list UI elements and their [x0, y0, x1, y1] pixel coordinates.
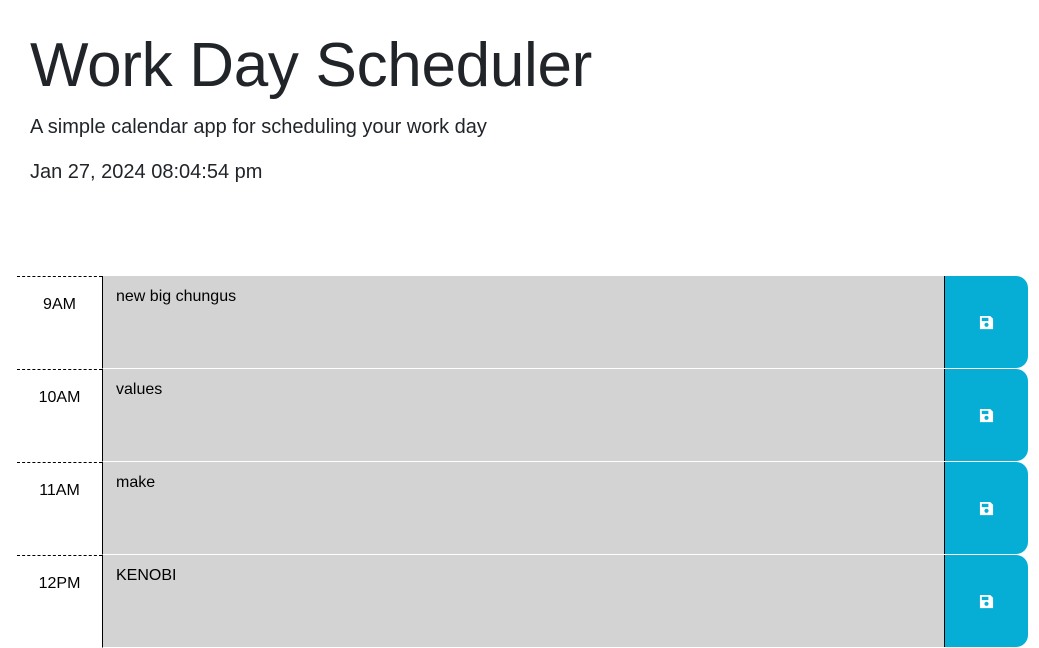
page-subtitle: A simple calendar app for scheduling you…	[30, 116, 487, 138]
floppy-disk-icon	[979, 594, 994, 609]
floppy-disk-icon	[979, 408, 994, 423]
current-day: Jan 27, 2024 08:04:54 pm	[30, 161, 263, 183]
page-title: Work Day Scheduler	[30, 31, 593, 100]
save-button[interactable]	[944, 555, 1028, 647]
time-block-9am: 9AM new big chungus	[17, 276, 1028, 369]
header: Work Day Scheduler A simple calendar app…	[0, 0, 1039, 230]
hour-label: 11AM	[17, 462, 102, 554]
hour-label: 12PM	[17, 555, 102, 647]
floppy-disk-icon	[979, 315, 994, 330]
save-button[interactable]	[944, 462, 1028, 554]
save-button[interactable]	[944, 276, 1028, 368]
event-description-input[interactable]: make	[102, 462, 944, 555]
save-button[interactable]	[944, 369, 1028, 461]
hour-label: 9AM	[17, 276, 102, 368]
event-description-input[interactable]: KENOBI	[102, 555, 944, 648]
floppy-disk-icon	[979, 501, 994, 516]
schedule: 9AM new big chungus 10AM values 11AM mak…	[17, 276, 1028, 648]
time-block-12pm: 12PM KENOBI	[17, 555, 1028, 648]
event-description-input[interactable]: new big chungus	[102, 276, 944, 369]
time-block-10am: 10AM values	[17, 369, 1028, 462]
time-block-11am: 11AM make	[17, 462, 1028, 555]
hour-label: 10AM	[17, 369, 102, 461]
event-description-input[interactable]: values	[102, 369, 944, 462]
